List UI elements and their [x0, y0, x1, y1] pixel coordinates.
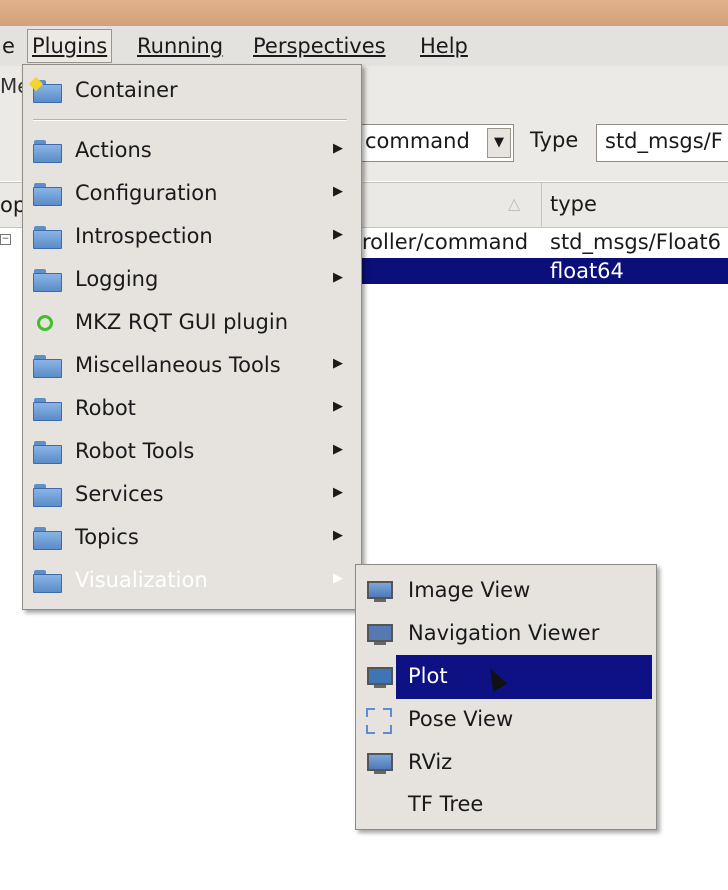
menu-item-navigation-viewer[interactable]: Navigation Viewer: [360, 614, 652, 654]
submenu-arrow-icon: ▶: [333, 184, 343, 199]
folder-icon: [33, 483, 63, 507]
menu-item-visualization[interactable]: Visualization ▶: [27, 561, 357, 601]
menu-file[interactable]: e: [0, 32, 19, 60]
rviz-icon: [366, 751, 394, 775]
visualization-submenu: Image View Navigation Viewer Plot Pose V…: [355, 564, 657, 830]
menu-item-topics[interactable]: Topics ▶: [27, 518, 357, 558]
submenu-arrow-icon: ▶: [333, 571, 343, 586]
tree-expand-icon[interactable]: −: [0, 234, 11, 245]
header-divider: [541, 182, 542, 226]
menu-item-configuration[interactable]: Configuration ▶: [27, 174, 357, 214]
menu-item-label: Container: [75, 78, 178, 102]
menu-item-label: MKZ RQT GUI plugin: [75, 310, 289, 334]
menu-item-actions[interactable]: Actions ▶: [27, 131, 357, 171]
topic-combobox-value: command: [365, 129, 470, 153]
container-folder-icon: [28, 76, 63, 103]
folder-icon: [33, 354, 63, 378]
menu-item-plot[interactable]: Plot: [360, 655, 652, 699]
submenu-arrow-icon: ▶: [333, 485, 343, 500]
menu-item-label: Image View: [408, 578, 531, 602]
table-row-topic[interactable]: roller/command: [362, 230, 528, 254]
table-row-selected[interactable]: float64: [360, 258, 728, 284]
combobox-dropdown-icon[interactable]: ▼: [487, 128, 511, 158]
folder-icon: [33, 268, 63, 292]
menu-item-highlight: Plot: [396, 655, 652, 699]
folder-icon: [33, 569, 63, 593]
menu-perspectives[interactable]: Perspectives: [249, 32, 390, 60]
topic-combobox[interactable]: command ▼: [356, 124, 514, 162]
menu-item-mkz-rqt-gui-plugin[interactable]: MKZ RQT GUI plugin: [27, 303, 357, 343]
menu-item-highlight: Visualization ▶: [67, 561, 357, 601]
type-input[interactable]: std_msgs/F: [596, 124, 728, 162]
plugins-menu: Container Actions ▶ Configuration ▶ Intr…: [22, 64, 362, 610]
menu-item-image-view[interactable]: Image View: [360, 571, 652, 611]
menu-item-label: RViz: [408, 750, 453, 774]
folder-icon: [33, 526, 63, 550]
header-col-type[interactable]: type: [550, 192, 597, 216]
folder-icon: [33, 182, 63, 206]
submenu-arrow-icon: ▶: [333, 141, 343, 156]
image-view-icon: [366, 579, 394, 603]
menu-item-label: Logging: [75, 267, 159, 291]
folder-icon: [33, 440, 63, 464]
menu-item-label: Miscellaneous Tools: [75, 353, 281, 377]
menu-item-miscellaneous-tools[interactable]: Miscellaneous Tools ▶: [27, 346, 357, 386]
menu-running-label: Running: [137, 34, 224, 58]
submenu-arrow-icon: ▶: [333, 227, 343, 242]
menu-item-label: Introspection: [75, 224, 213, 248]
menubar: e Plugins Running Perspectives Help: [0, 26, 728, 67]
plugin-ring-icon: [33, 311, 53, 331]
monitor-icon: [366, 622, 394, 646]
menu-item-label: Plot: [408, 664, 448, 688]
table-row-type[interactable]: std_msgs/Float6: [550, 230, 721, 254]
menu-item-tf-tree[interactable]: TF Tree: [360, 785, 652, 825]
menu-running[interactable]: Running: [133, 32, 227, 60]
menu-perspectives-label: Perspectives: [253, 34, 386, 58]
menu-item-robot[interactable]: Robot ▶: [27, 389, 357, 429]
menu-item-introspection[interactable]: Introspection ▶: [27, 217, 357, 257]
submenu-arrow-icon: ▶: [333, 442, 343, 457]
submenu-arrow-icon: ▶: [333, 528, 343, 543]
menu-item-robot-tools[interactable]: Robot Tools ▶: [27, 432, 357, 472]
menu-plugins-label: Plugins: [32, 34, 108, 58]
menu-item-label: Robot: [75, 396, 136, 420]
submenu-arrow-icon: ▶: [333, 356, 343, 371]
pose-view-icon: [366, 708, 392, 734]
submenu-arrow-icon: ▶: [333, 270, 343, 285]
menu-item-label: Pose View: [408, 707, 514, 731]
window-titlebar: [0, 0, 728, 26]
menu-plugins[interactable]: Plugins: [27, 29, 113, 63]
menu-item-container[interactable]: Container: [27, 71, 357, 111]
menu-help-label: Help: [420, 34, 468, 58]
menu-item-label: Navigation Viewer: [408, 621, 600, 645]
menu-item-label: Visualization: [75, 568, 208, 592]
menu-item-logging[interactable]: Logging ▶: [27, 260, 357, 300]
menu-item-rviz[interactable]: RViz: [360, 743, 652, 783]
folder-icon: [33, 139, 63, 163]
menu-help[interactable]: Help: [416, 32, 472, 60]
type-input-value: std_msgs/F: [605, 129, 723, 153]
folder-icon: [33, 397, 63, 421]
menu-item-pose-view[interactable]: Pose View: [360, 700, 652, 740]
menu-separator: [33, 119, 347, 121]
menu-item-label: Topics: [75, 525, 139, 549]
menu-item-label: Robot Tools: [75, 439, 195, 463]
table-row-selected-type: float64: [550, 259, 624, 283]
menu-item-label: Actions: [75, 138, 152, 162]
sort-ascending-icon[interactable]: △: [508, 194, 520, 213]
menu-item-services[interactable]: Services ▶: [27, 475, 357, 515]
menu-item-label: TF Tree: [408, 792, 484, 816]
plot-icon: [366, 665, 394, 689]
submenu-arrow-icon: ▶: [333, 399, 343, 414]
folder-icon: [33, 225, 63, 249]
type-label: Type: [530, 128, 579, 152]
menu-item-label: Configuration: [75, 181, 218, 205]
menu-item-label: Services: [75, 482, 164, 506]
